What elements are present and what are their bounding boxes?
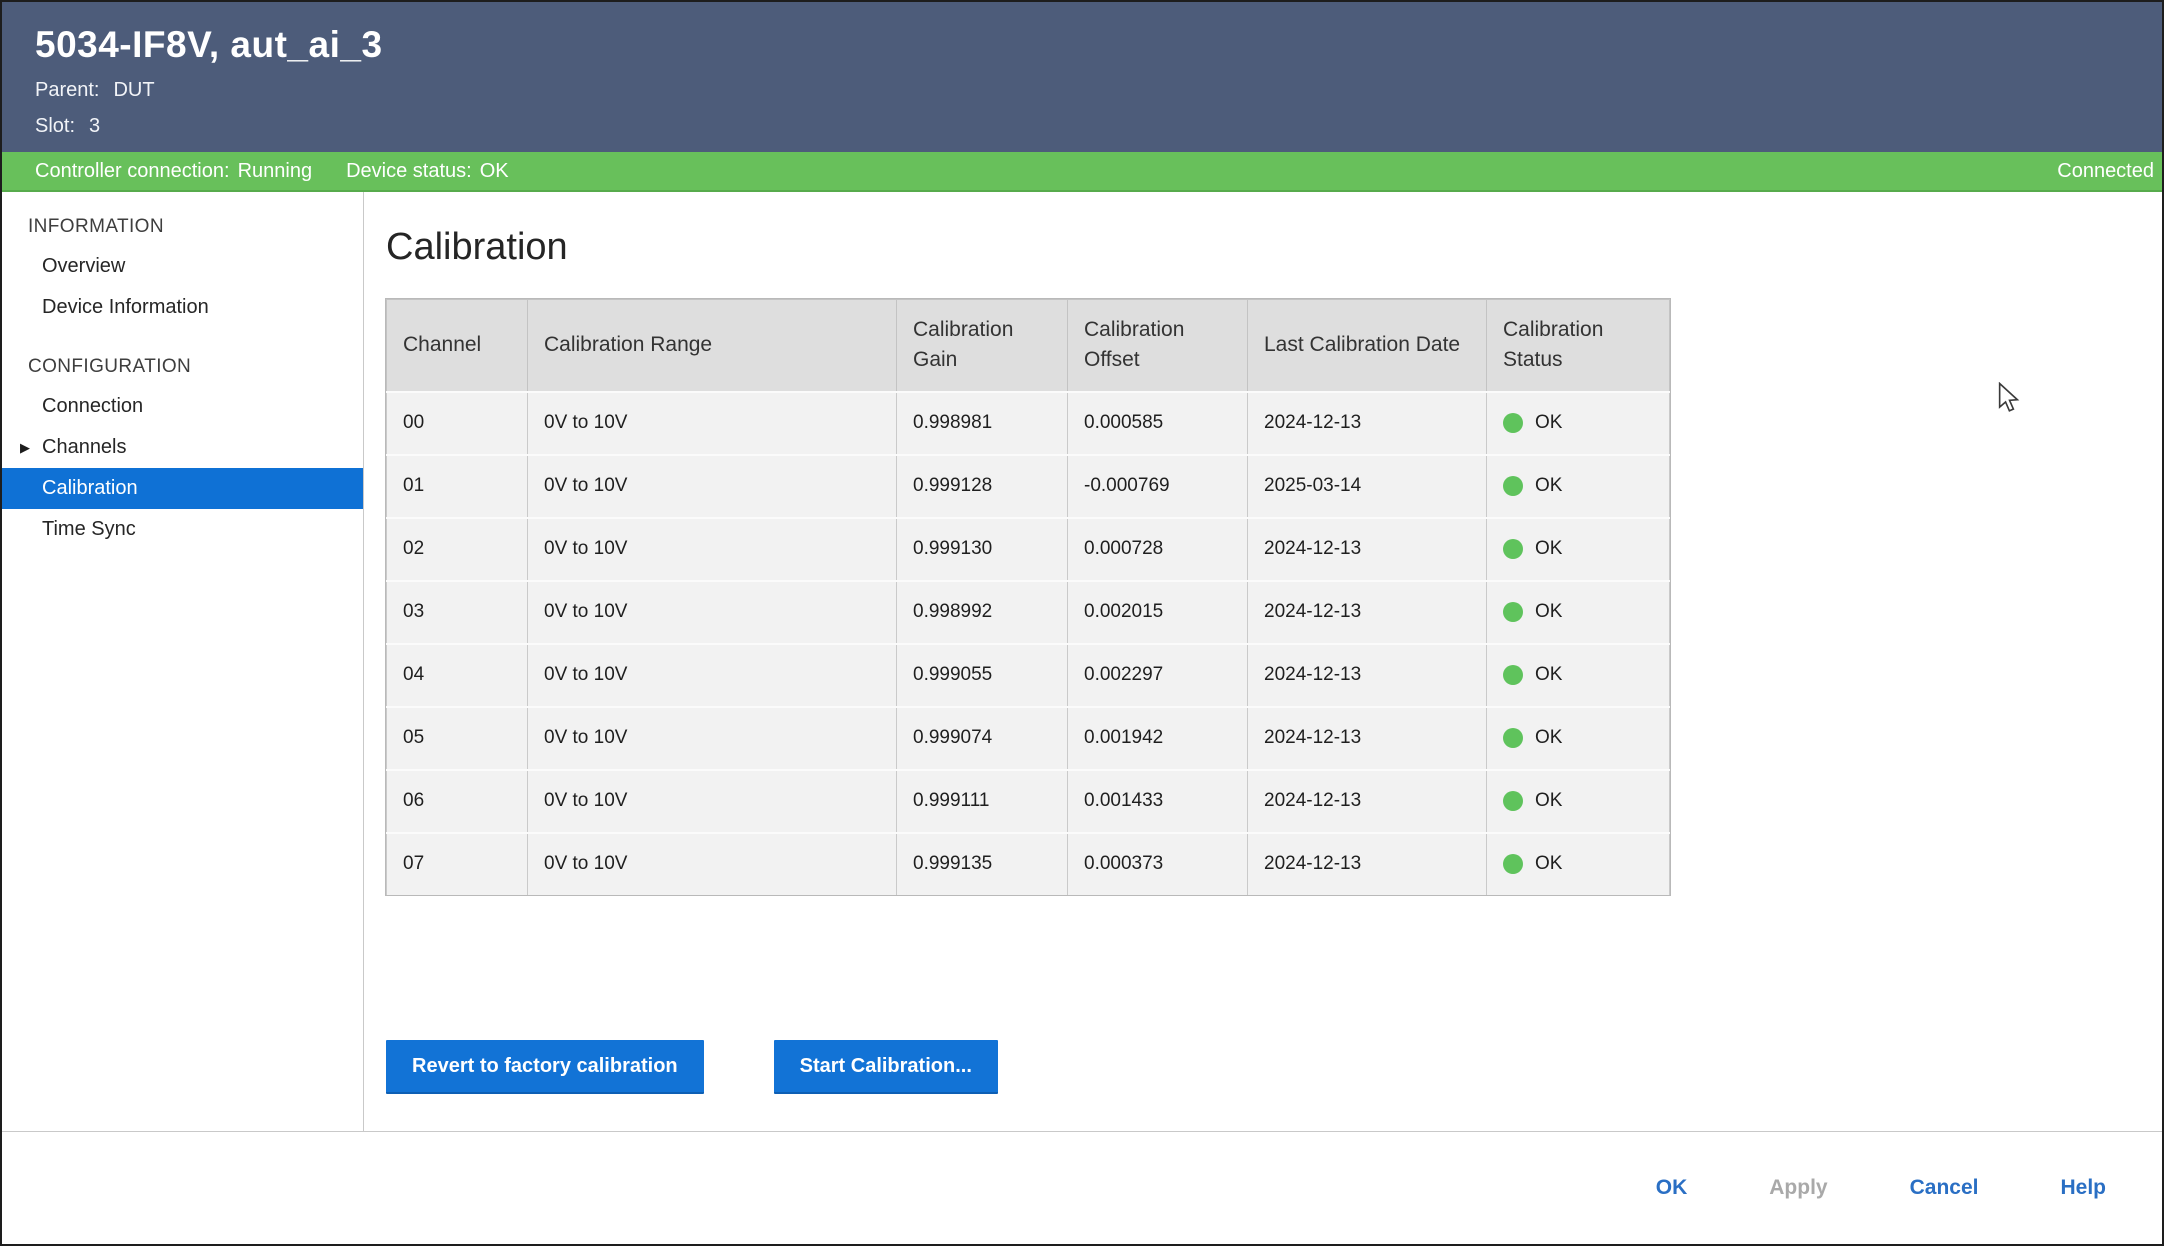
status-left: Controller connection:Running Device sta… bbox=[35, 160, 509, 183]
slot-label: Slot: bbox=[35, 115, 75, 137]
table-row: 00 0V to 10V 0.998981 0.000585 2024-12-1… bbox=[387, 392, 1670, 455]
parent-label: Parent: bbox=[35, 79, 99, 101]
apply-button[interactable]: Apply bbox=[1769, 1176, 1827, 1200]
status-ok-icon bbox=[1503, 476, 1523, 496]
parent-row: Parent: DUT bbox=[35, 79, 2162, 102]
status-text: OK bbox=[1535, 853, 1562, 875]
slot-value: 3 bbox=[89, 115, 100, 137]
start-calibration-button[interactable]: Start Calibration... bbox=[774, 1040, 998, 1094]
table-row: 05 0V to 10V 0.999074 0.001942 2024-12-1… bbox=[387, 707, 1670, 770]
help-button[interactable]: Help bbox=[2060, 1176, 2106, 1200]
slot-row: Slot: 3 bbox=[35, 115, 2162, 138]
sidebar-item-connection[interactable]: Connection bbox=[2, 386, 363, 427]
status-ok-icon bbox=[1503, 791, 1523, 811]
table-row: 01 0V to 10V 0.999128 -0.000769 2025-03-… bbox=[387, 455, 1670, 518]
col-header-calibration-range: Calibration Range bbox=[528, 300, 897, 392]
col-header-channel: Channel bbox=[387, 300, 528, 392]
status-text: OK bbox=[1535, 790, 1562, 812]
app-header: 5034-IF8V, aut_ai_3 Parent: DUT Slot: 3 bbox=[2, 2, 2162, 152]
status-text: OK bbox=[1535, 664, 1562, 686]
table-header-row: Channel Calibration Range Calibration Ga… bbox=[387, 300, 1670, 392]
table-row: 02 0V to 10V 0.999130 0.000728 2024-12-1… bbox=[387, 518, 1670, 581]
section-title-information: INFORMATION bbox=[2, 206, 363, 246]
sidebar-item-calibration[interactable]: Calibration bbox=[2, 468, 363, 509]
table-row: 04 0V to 10V 0.999055 0.002297 2024-12-1… bbox=[387, 644, 1670, 707]
connection-status-bar: Controller connection:Running Device sta… bbox=[2, 152, 2162, 192]
section-title-configuration: CONFIGURATION bbox=[2, 346, 363, 386]
status-ok-icon bbox=[1503, 602, 1523, 622]
revert-factory-calibration-button[interactable]: Revert to factory calibration bbox=[386, 1040, 704, 1094]
table-row: 06 0V to 10V 0.999111 0.001433 2024-12-1… bbox=[387, 770, 1670, 833]
status-ok-icon bbox=[1503, 665, 1523, 685]
sidebar-nav: INFORMATION Overview Device Information … bbox=[2, 192, 364, 1133]
chevron-right-icon[interactable]: ▶ bbox=[20, 440, 30, 456]
status-ok-icon bbox=[1503, 413, 1523, 433]
parent-value: DUT bbox=[113, 79, 154, 101]
connection-state-badge: Connected bbox=[2057, 160, 2154, 183]
action-button-row: Revert to factory calibration Start Cali… bbox=[386, 1040, 2162, 1094]
sidebar-item-channels[interactable]: ▶Channels bbox=[2, 427, 363, 468]
status-text: OK bbox=[1535, 601, 1562, 623]
col-header-calibration-gain: Calibration Gain bbox=[897, 300, 1068, 392]
col-header-calibration-offset: Calibration Offset bbox=[1068, 300, 1248, 392]
col-header-last-calibration-date: Last Calibration Date bbox=[1248, 300, 1487, 392]
ok-button[interactable]: OK bbox=[1656, 1176, 1688, 1200]
device-status: Device status:OK bbox=[346, 160, 509, 183]
status-text: OK bbox=[1535, 475, 1562, 497]
status-ok-icon bbox=[1503, 854, 1523, 874]
calibration-table: Channel Calibration Range Calibration Ga… bbox=[386, 299, 1670, 895]
controller-connection-status: Controller connection:Running bbox=[35, 160, 312, 183]
page-title: Calibration bbox=[386, 226, 2162, 269]
status-text: OK bbox=[1535, 727, 1562, 749]
cancel-button[interactable]: Cancel bbox=[1910, 1176, 1979, 1200]
table-row: 03 0V to 10V 0.998992 0.002015 2024-12-1… bbox=[387, 581, 1670, 644]
sidebar-item-overview[interactable]: Overview bbox=[2, 246, 363, 287]
dialog-footer: OK Apply Cancel Help bbox=[2, 1131, 2162, 1244]
status-ok-icon bbox=[1503, 539, 1523, 559]
device-title: 5034-IF8V, aut_ai_3 bbox=[35, 24, 2162, 66]
sidebar-item-time-sync[interactable]: Time Sync bbox=[2, 509, 363, 550]
table-row: 07 0V to 10V 0.999135 0.000373 2024-12-1… bbox=[387, 833, 1670, 895]
main-panel: Calibration Channel Calibration Range Ca… bbox=[364, 192, 2162, 1133]
device-config-window: 5034-IF8V, aut_ai_3 Parent: DUT Slot: 3 Co… bbox=[0, 0, 2164, 1246]
status-ok-icon bbox=[1503, 728, 1523, 748]
sidebar-item-device-information[interactable]: Device Information bbox=[2, 287, 363, 328]
status-text: OK bbox=[1535, 538, 1562, 560]
status-text: OK bbox=[1535, 412, 1562, 434]
col-header-calibration-status: Calibration Status bbox=[1487, 300, 1670, 392]
